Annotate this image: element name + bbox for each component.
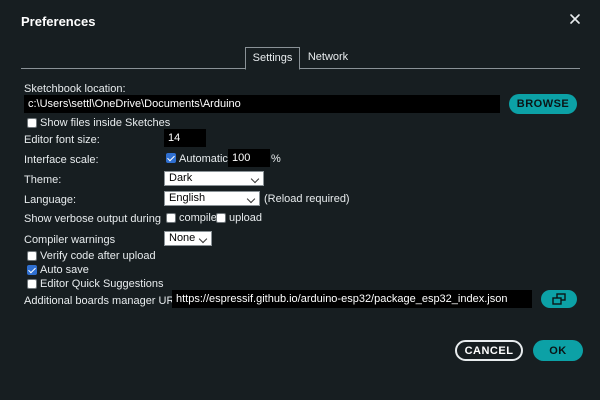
browse-button[interactable]: BROWSE [509, 94, 577, 114]
auto-save-checkbox[interactable] [27, 265, 37, 275]
font-size-input[interactable]: 14 [164, 129, 206, 147]
theme-value: Dark [169, 172, 193, 184]
close-icon[interactable] [568, 12, 582, 26]
show-files-checkbox[interactable] [27, 118, 37, 128]
compiler-warnings-select[interactable]: None [164, 231, 212, 246]
compiler-warnings-label: Compiler warnings [24, 234, 116, 246]
auto-save-label: Auto save [40, 264, 89, 276]
automatic-scale-label: Automatic [179, 153, 228, 165]
language-value: English [169, 192, 206, 204]
verbose-upload-checkbox[interactable] [216, 213, 226, 223]
verbose-upload-label: upload [229, 212, 263, 224]
reload-note: (Reload required) [264, 193, 350, 205]
cancel-button[interactable]: CANCEL [455, 340, 523, 361]
theme-label: Theme: [24, 174, 62, 186]
chevron-down-icon [250, 174, 260, 184]
verify-upload-label: Verify code after upload [40, 250, 156, 262]
verbose-compile-label: compile [179, 212, 217, 224]
open-window-icon [541, 290, 577, 311]
theme-select[interactable]: Dark [164, 171, 264, 186]
font-size-label: Editor font size: [24, 134, 100, 146]
language-select[interactable]: English [164, 191, 260, 206]
tab-settings[interactable]: Settings [245, 47, 300, 70]
ok-button[interactable]: OK [533, 340, 583, 361]
tabs-divider [21, 68, 580, 69]
open-urls-editor-button[interactable] [541, 290, 577, 308]
language-label: Language: [24, 194, 76, 206]
chevron-down-icon [198, 234, 208, 244]
chevron-down-icon [246, 194, 256, 204]
interface-scale-label: Interface scale: [24, 154, 99, 166]
compiler-warnings-value: None [169, 232, 196, 244]
sketchbook-location-input[interactable]: c:\Users\settl\OneDrive\Documents\Arduin… [24, 95, 500, 113]
verify-upload-checkbox[interactable] [27, 251, 37, 261]
verbose-compile-checkbox[interactable] [166, 213, 176, 223]
show-files-label: Show files inside Sketches [40, 117, 171, 129]
boards-manager-urls-input[interactable]: https://espressif.github.io/arduino-esp3… [172, 290, 532, 308]
scale-input[interactable]: 100 [228, 149, 270, 167]
tab-network[interactable]: Network [302, 47, 354, 68]
dialog-title: Preferences [21, 14, 96, 29]
sketchbook-label: Sketchbook location: [24, 83, 126, 95]
scale-unit: % [271, 153, 281, 165]
quick-suggestions-checkbox[interactable] [27, 279, 37, 289]
automatic-scale-checkbox[interactable] [166, 153, 176, 163]
quick-suggestions-label: Editor Quick Suggestions [40, 278, 164, 290]
boards-manager-label: Additional boards manager URLs: [24, 295, 190, 307]
verbose-label: Show verbose output during [24, 213, 161, 225]
